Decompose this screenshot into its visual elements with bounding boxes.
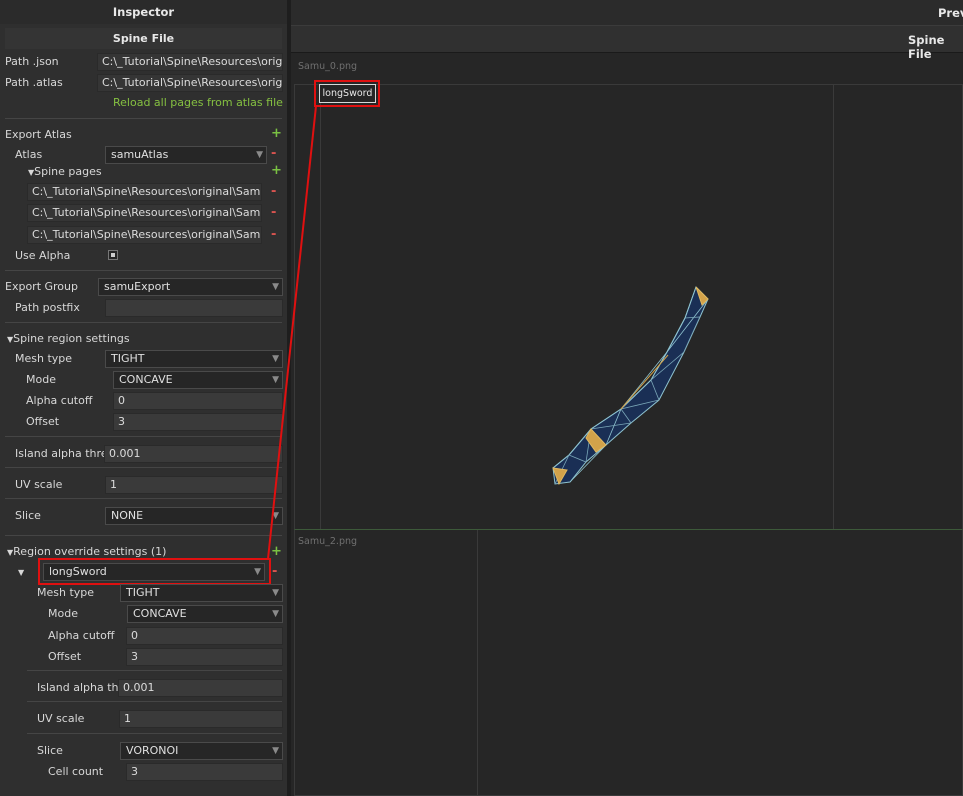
alpha-cutoff-label: Alpha cutoff [26, 394, 93, 407]
long-sword-mesh [552, 286, 709, 486]
region-tag[interactable]: longSword [319, 84, 376, 103]
path-atlas-label: Path .atlas [5, 76, 63, 89]
separator [5, 322, 282, 323]
separator [5, 535, 282, 536]
reload-atlas-link[interactable]: Reload all pages from atlas file [113, 96, 283, 109]
separator [5, 270, 282, 271]
minus-icon[interactable]: - [272, 565, 277, 578]
spine-page-field[interactable]: C:\_Tutorial\Spine\Resources\original\Sa… [27, 183, 262, 201]
override-island-alpha-label: Island alpha th [37, 681, 119, 694]
override-island-alpha-field[interactable]: 0.001 [118, 679, 283, 697]
export-group-dropdown[interactable]: samuExport ▼ [98, 278, 283, 296]
mode-label: Mode [26, 373, 56, 386]
chevron-down-icon: ▼ [272, 375, 279, 385]
separator [5, 436, 282, 437]
path-postfix-label: Path postfix [15, 301, 80, 314]
highlight-box [38, 558, 271, 585]
minus-icon[interactable]: - [271, 185, 276, 198]
atlas-dropdown[interactable]: samuAtlas ▼ [105, 146, 267, 164]
mesh-type-dropdown[interactable]: TIGHT ▼ [105, 350, 283, 368]
chevron-down-icon: ▼ [272, 354, 279, 364]
path-atlas-field[interactable]: C:\_Tutorial\Spine\Resources\orig [97, 74, 283, 92]
cell-count-label: Cell count [48, 765, 104, 778]
chevron-down-icon: ▼ [272, 282, 279, 292]
inspector-panel: Inspector Spine File Path .json C:\_Tuto… [0, 0, 287, 796]
export-group-label: Export Group [5, 280, 78, 293]
spine-file-header: Spine File [5, 28, 282, 49]
minus-icon[interactable]: - [271, 147, 276, 160]
spine-pages-label: Spine pages [34, 165, 102, 178]
use-alpha-label: Use Alpha [15, 249, 71, 262]
chevron-down-icon: ▼ [272, 609, 279, 619]
slice-dropdown[interactable]: NONE ▼ [105, 507, 283, 525]
path-postfix-field[interactable] [105, 299, 283, 317]
spine-pages-foldout[interactable]: ▼Spine pages [28, 165, 102, 178]
separator [5, 467, 282, 468]
region-settings-label: Spine region settings [13, 332, 130, 345]
minus-icon[interactable]: - [271, 228, 276, 241]
spine-page-field[interactable]: C:\_Tutorial\Spine\Resources\original\Sa… [27, 204, 262, 222]
override-uv-scale-label: UV scale [37, 712, 85, 725]
alpha-cutoff-field[interactable]: 0 [113, 392, 283, 410]
override-label: Region override settings (1) [13, 545, 167, 558]
mode-value: CONCAVE [119, 373, 173, 386]
plus-icon[interactable]: + [271, 127, 282, 140]
chevron-down-icon: ▼ [272, 588, 279, 598]
plus-icon[interactable]: + [271, 164, 282, 177]
minus-icon[interactable]: - [271, 206, 276, 219]
path-json-field[interactable]: C:\_Tutorial\Spine\Resources\orig [97, 53, 283, 71]
override-slice-label: Slice [37, 744, 63, 757]
triangle-down-icon[interactable]: ▼ [18, 568, 24, 577]
override-alpha-cutoff-field[interactable]: 0 [126, 627, 283, 645]
separator [5, 498, 282, 499]
separator [27, 733, 282, 734]
plus-icon[interactable]: + [271, 545, 282, 558]
slice-value: NONE [111, 509, 144, 522]
mesh-type-label: Mesh type [15, 352, 73, 365]
island-alpha-field[interactable]: 0.001 [104, 445, 283, 463]
override-mesh-type-dropdown[interactable]: TIGHT ▼ [120, 584, 283, 602]
override-offset-field[interactable]: 3 [126, 648, 283, 666]
mode-dropdown[interactable]: CONCAVE ▼ [113, 371, 283, 389]
export-group-value: samuExport [104, 280, 171, 293]
chevron-down-icon: ▼ [272, 746, 279, 756]
override-slice-value: VORONOI [126, 744, 179, 757]
offset-field[interactable]: 3 [113, 413, 283, 431]
override-mode-dropdown[interactable]: CONCAVE ▼ [127, 605, 283, 623]
chevron-down-icon: ▼ [256, 150, 263, 160]
inspector-title: Inspector [0, 0, 287, 24]
chevron-down-icon: ▼ [272, 511, 279, 521]
override-offset-label: Offset [48, 650, 82, 663]
spine-page-field[interactable]: C:\_Tutorial\Spine\Resources\original\Sa… [27, 226, 262, 244]
island-alpha-label: Island alpha thre [15, 447, 105, 460]
atlas-label: Atlas [15, 148, 43, 161]
slice-label: Slice [15, 509, 41, 522]
mesh-type-value: TIGHT [111, 352, 145, 365]
path-json-label: Path .json [5, 55, 59, 68]
cell-count-field[interactable]: 3 [126, 763, 283, 781]
override-foldout[interactable]: ▼Region override settings (1) [7, 545, 166, 558]
override-alpha-cutoff-label: Alpha cutoff [48, 629, 115, 642]
override-uv-scale-field[interactable]: 1 [119, 710, 283, 728]
uv-scale-label: UV scale [15, 478, 63, 491]
separator [27, 701, 282, 702]
checkbox-icon[interactable] [108, 250, 118, 260]
uv-scale-field[interactable]: 1 [105, 476, 283, 494]
override-slice-dropdown[interactable]: VORONOI ▼ [120, 742, 283, 760]
region-settings-foldout[interactable]: ▼Spine region settings [7, 332, 130, 345]
export-atlas-label: Export Atlas [5, 128, 72, 141]
separator [5, 118, 282, 119]
override-mode-label: Mode [48, 607, 78, 620]
override-mode-value: CONCAVE [133, 607, 187, 620]
preview-panel: Preview Spine File Samu_0.png Samu_2.png… [291, 0, 963, 796]
offset-label: Offset [26, 415, 60, 428]
atlas-dropdown-value: samuAtlas [111, 148, 169, 161]
override-mesh-type-label: Mesh type [37, 586, 95, 599]
override-mesh-type-value: TIGHT [126, 586, 160, 599]
separator [27, 670, 282, 671]
